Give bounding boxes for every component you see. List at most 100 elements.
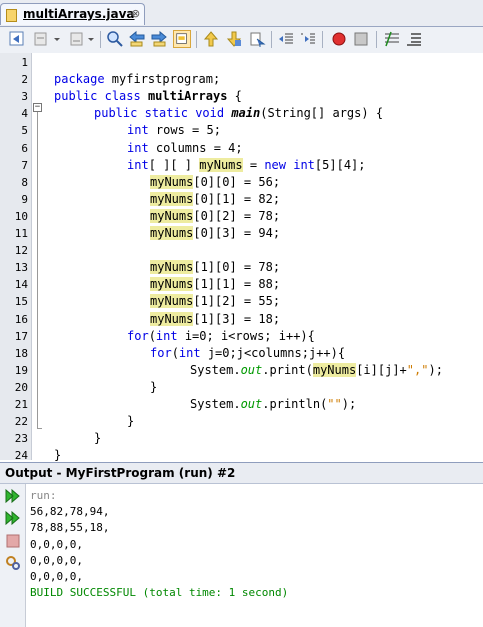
code-line[interactable]: for(int i=0; i<rows; i++){ xyxy=(127,329,315,343)
code-editor[interactable]: − 1 2 package myfirstprogram; 3 public class… xyxy=(0,53,483,462)
find-icon[interactable] xyxy=(106,30,124,48)
code-token: int xyxy=(293,157,315,172)
code-line[interactable]: myNums[0][2] = 78; xyxy=(150,208,281,223)
java-file-icon xyxy=(6,9,17,22)
code-token: myNums xyxy=(150,226,194,240)
previous-bookmark-icon[interactable] xyxy=(202,30,220,48)
line-number: 12 xyxy=(14,244,28,258)
editor-toolbar xyxy=(0,27,483,54)
back-icon[interactable] xyxy=(32,30,50,48)
code-token: .println( xyxy=(262,397,328,411)
code-token: ( xyxy=(171,345,179,360)
line-number: 4 xyxy=(21,107,28,121)
code-token: out xyxy=(240,362,263,377)
code-line[interactable]: package myfirstprogram; xyxy=(54,72,220,86)
stop-icon[interactable] xyxy=(5,533,21,549)
line-number: 5 xyxy=(21,124,28,138)
code-line[interactable]: myNums[0][1] = 82; xyxy=(150,191,281,206)
code-token: i=0; i<rows; i++){ xyxy=(177,328,315,343)
code-token: ); xyxy=(341,397,357,411)
output-line: BUILD SUCCESSFUL (total time: 1 second) xyxy=(30,586,289,600)
code-line[interactable]: myNums[1][2] = 55; xyxy=(150,294,280,309)
output-window-title: Output - MyFirstProgram (run) #2 xyxy=(5,466,236,480)
output-line: 56,82,78,94, xyxy=(30,505,110,519)
uncomment-icon[interactable] xyxy=(405,30,423,48)
editor-tab-multiarrays[interactable]: multiArrays.java ⊗ xyxy=(0,3,145,25)
line-number: 8 xyxy=(21,175,28,189)
code-token: myNums xyxy=(150,191,194,206)
code-token: [0][0] = 56; xyxy=(193,174,281,189)
settings-icon[interactable] xyxy=(5,555,21,571)
code-line[interactable]: public class multiArrays { xyxy=(54,89,242,103)
line-number: 15 xyxy=(14,295,28,309)
code-line[interactable]: System.out.println(""); xyxy=(190,397,356,411)
code-token: myNums xyxy=(150,277,194,292)
code-line[interactable]: System.out.print(myNums[i][j]+","); xyxy=(190,362,443,377)
toggle-bookmark-icon[interactable] xyxy=(248,30,266,48)
code-token: myNums xyxy=(199,157,243,172)
code-line[interactable]: public static void main(String[] args) { xyxy=(94,106,383,120)
code-token: new xyxy=(264,157,286,172)
code-token: int xyxy=(127,140,149,155)
code-line[interactable]: myNums[0][0] = 56; xyxy=(150,174,281,189)
forward-dropdown-icon[interactable] xyxy=(86,30,96,48)
code-line[interactable]: for(int j=0;j<columns;j++){ xyxy=(150,346,345,360)
code-token: myNums xyxy=(150,294,194,309)
toggle-highlight-icon[interactable] xyxy=(173,30,191,48)
stop-macro-recording-icon[interactable] xyxy=(352,30,370,48)
code-line[interactable]: myNums[1][3] = 18; xyxy=(150,311,280,326)
output-window-header[interactable]: Output - MyFirstProgram (run) #2 xyxy=(0,462,483,484)
line-number: 19 xyxy=(14,363,28,377)
code-line[interactable]: } xyxy=(54,448,61,462)
code-line[interactable]: } xyxy=(94,431,101,445)
next-bookmark-icon[interactable] xyxy=(225,30,243,48)
fold-toggle-icon[interactable]: − xyxy=(33,103,42,112)
code-token: System. xyxy=(190,362,241,377)
code-line[interactable]: myNums[1][1] = 88; xyxy=(150,277,280,292)
code-line[interactable]: int[ ][ ] myNums = new int[5][4]; xyxy=(127,157,366,172)
shift-left-icon[interactable] xyxy=(277,30,295,48)
code-token: [0][2] = 78; xyxy=(193,208,281,223)
output-console[interactable]: run: 56,82,78,94, 78,88,55,18, 0,0,0,0, 0,0,… xyxy=(26,484,483,627)
code-token: class xyxy=(104,89,141,104)
code-token: [1][0] = 78; xyxy=(193,260,281,275)
output-line: run: xyxy=(30,489,57,502)
code-line[interactable]: } xyxy=(150,380,157,394)
line-number: 6 xyxy=(21,141,28,155)
code-token: "," xyxy=(406,362,429,377)
rerun-icon[interactable] xyxy=(5,488,21,504)
code-token: myNums xyxy=(150,260,194,275)
line-number: 7 xyxy=(21,158,28,172)
code-token: columns = 4; xyxy=(148,140,243,155)
find-previous-icon[interactable] xyxy=(128,30,146,48)
code-line[interactable]: } xyxy=(127,414,134,428)
output-toolbar xyxy=(0,484,26,627)
code-token: .print( xyxy=(262,362,313,377)
last-edit-icon[interactable] xyxy=(8,30,26,48)
start-macro-recording-icon[interactable] xyxy=(330,30,348,48)
forward-icon[interactable] xyxy=(68,30,86,48)
line-number: 13 xyxy=(14,261,28,275)
code-line[interactable]: int columns = 4; xyxy=(127,141,243,155)
comment-icon[interactable] xyxy=(383,30,401,48)
close-tab-icon[interactable]: ⊗ xyxy=(131,7,140,20)
code-token: main xyxy=(231,106,261,121)
code-token: } xyxy=(94,431,102,446)
rerun-with-parameters-icon[interactable] xyxy=(5,510,21,526)
back-dropdown-icon[interactable] xyxy=(52,30,62,48)
output-line: 0,0,0,0, xyxy=(30,553,83,567)
code-token: { xyxy=(227,89,242,104)
code-line[interactable]: myNums[0][3] = 94; xyxy=(150,226,280,240)
code-line[interactable]: int rows = 5; xyxy=(127,123,221,137)
code-token: out xyxy=(240,397,263,411)
code-token: System. xyxy=(190,397,241,411)
shift-right-icon[interactable] xyxy=(299,30,317,48)
code-token: "" xyxy=(327,397,342,411)
code-token: myNums xyxy=(312,362,357,377)
line-number: 23 xyxy=(14,432,28,446)
code-line[interactable]: myNums[1][0] = 78; xyxy=(150,260,281,275)
line-number: 21 xyxy=(14,398,28,411)
code-token: [0][1] = 82; xyxy=(193,191,281,206)
find-next-icon[interactable] xyxy=(150,30,168,48)
